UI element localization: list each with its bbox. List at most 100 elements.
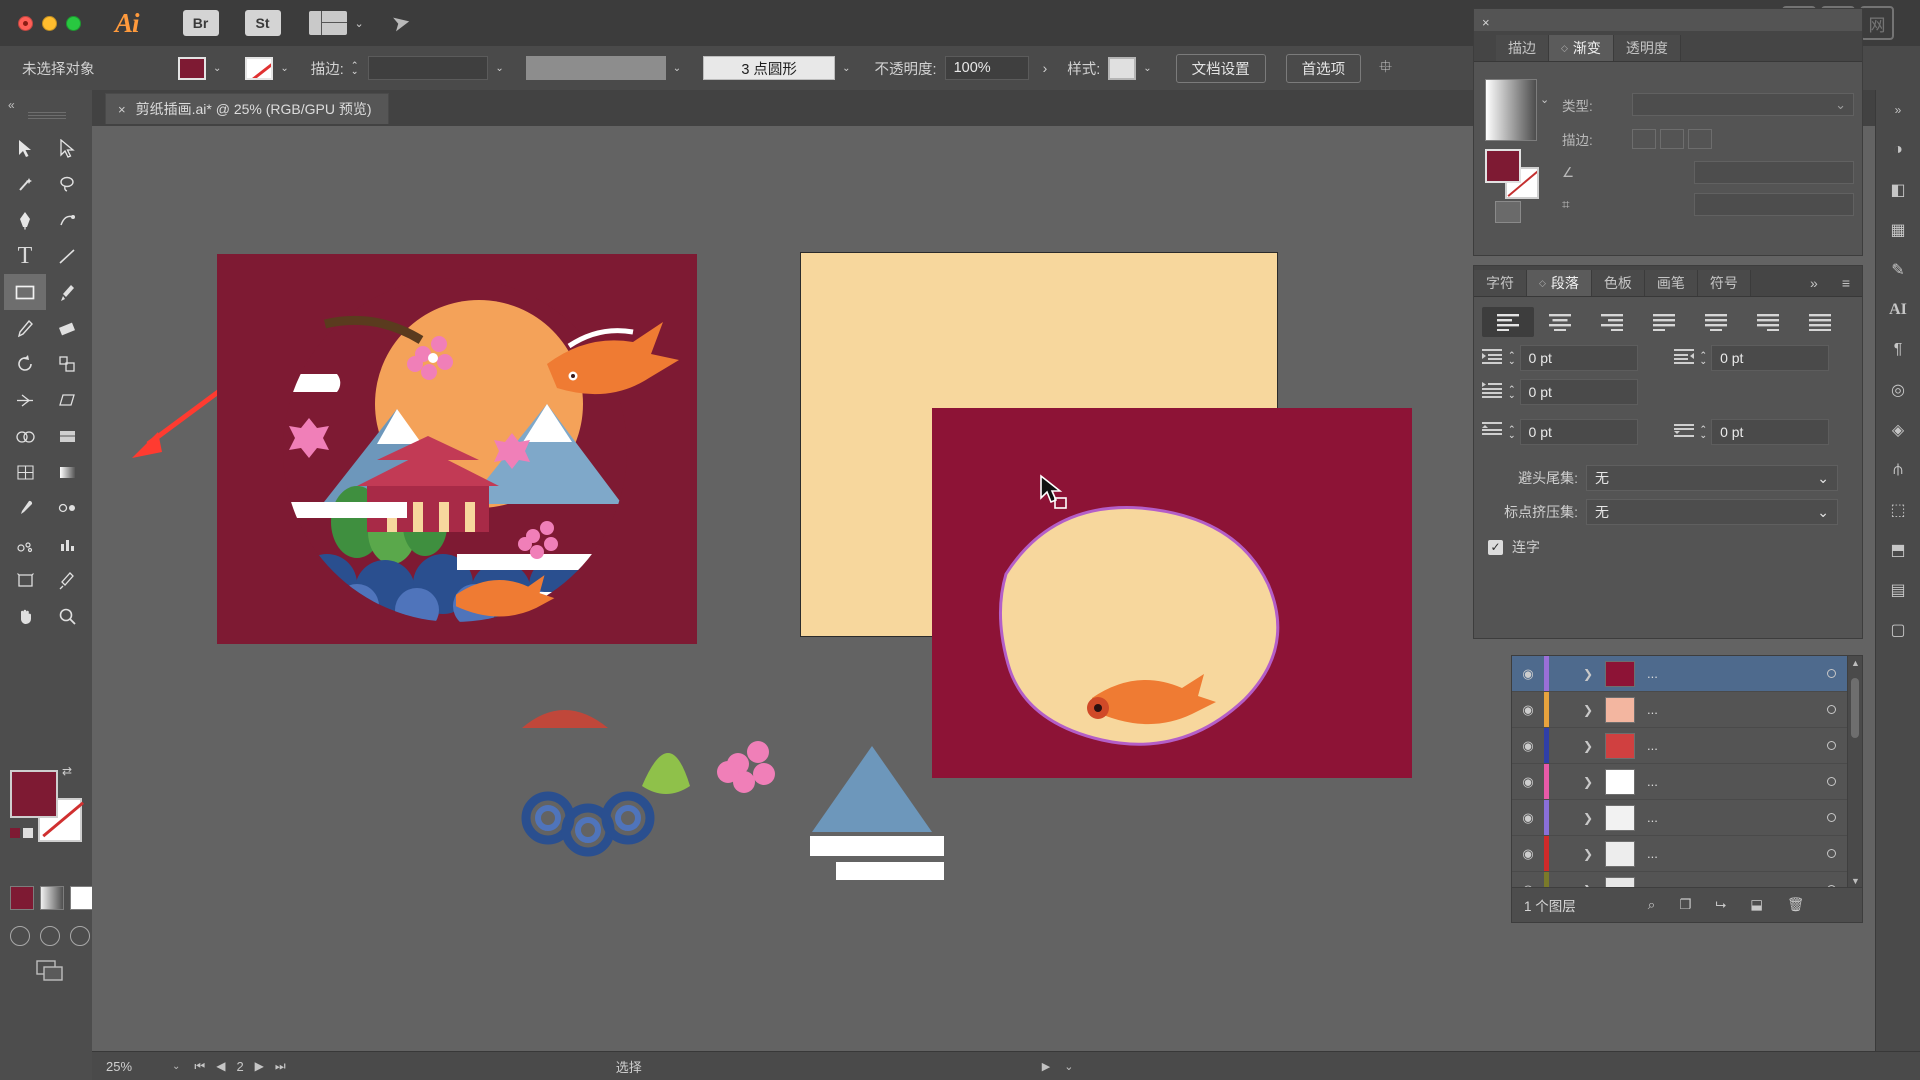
- zoom-level-input[interactable]: 25%: [92, 1059, 172, 1074]
- gradient-mode-icon[interactable]: [40, 886, 64, 910]
- chevron-down-icon[interactable]: ⌄: [280, 63, 288, 74]
- layers-panel-icon[interactable]: ▤: [1876, 570, 1920, 610]
- mesh-tool[interactable]: [4, 454, 46, 490]
- document-setup-button[interactable]: 文档设置: [1175, 53, 1266, 83]
- gradient-panel[interactable]: × 描边 ◇ 渐变 透明度 ⌄ 类型: ⌄ 描边: ∠ ⌗: [1473, 8, 1863, 256]
- scrollbar-thumb[interactable]: [1851, 678, 1859, 738]
- gradient-type-select[interactable]: ⌄: [1632, 93, 1854, 116]
- indent-right-input[interactable]: 0 pt: [1711, 345, 1830, 371]
- chevron-down-icon[interactable]: ⌄: [842, 63, 850, 74]
- drawing-mode-buttons[interactable]: [10, 926, 90, 946]
- stroke-along-icon[interactable]: [1660, 129, 1684, 149]
- stroke-across-icon[interactable]: [1688, 129, 1712, 149]
- align-center-button[interactable]: [1534, 307, 1586, 337]
- new-sublayer-icon[interactable]: ❐: [1679, 897, 1691, 913]
- rotate-tool[interactable]: [4, 346, 46, 382]
- artboard-illustration[interactable]: [217, 254, 697, 644]
- indent-left-input[interactable]: 0 pt: [1519, 345, 1638, 371]
- dock-expand-icon[interactable]: »: [1876, 90, 1920, 130]
- appearance-panel-icon[interactable]: ◎: [1876, 370, 1920, 410]
- chevron-down-icon[interactable]: ⌄: [1817, 504, 1829, 521]
- tab-transparency[interactable]: 透明度: [1613, 35, 1681, 61]
- tab-swatches[interactable]: 色板: [1591, 270, 1645, 296]
- gradient-stroke-type-buttons[interactable]: [1632, 129, 1854, 149]
- tab-stroke[interactable]: 描边: [1496, 35, 1549, 61]
- selection-tool[interactable]: [4, 130, 46, 166]
- pen-tool[interactable]: [4, 202, 46, 238]
- next-artboard-icon[interactable]: ▶: [255, 1059, 264, 1073]
- previous-artboard-icon[interactable]: ◀: [216, 1059, 225, 1073]
- hyphenate-checkbox[interactable]: ✓: [1488, 539, 1503, 555]
- arrange-documents-icon[interactable]: [308, 11, 347, 35]
- chevron-down-icon[interactable]: ⌄: [673, 63, 681, 74]
- table-row[interactable]: ◉ ❯ ...: [1512, 872, 1848, 888]
- layer-name[interactable]: ...: [1635, 702, 1814, 717]
- gradient-aspect-input[interactable]: [1694, 193, 1854, 216]
- visibility-toggle-icon[interactable]: ◉: [1512, 738, 1544, 754]
- delete-layer-icon[interactable]: 🗑: [1787, 897, 1804, 913]
- draw-behind-icon[interactable]: [40, 926, 60, 946]
- bridge-button[interactable]: Br: [182, 10, 219, 36]
- slice-tool[interactable]: [46, 562, 88, 598]
- layer-name[interactable]: ...: [1635, 738, 1814, 753]
- justify-last-left-button[interactable]: [1638, 307, 1690, 337]
- scroll-down-icon[interactable]: ▼: [1851, 876, 1860, 886]
- fill-swatch-control[interactable]: ⌄: [178, 56, 221, 80]
- hyphenate-row[interactable]: ✓ 连字: [1474, 537, 1862, 557]
- panel-overflow-button[interactable]: »: [1798, 270, 1830, 296]
- artboard-navigation[interactable]: ⏮ ◀ 2 ▶ ⏭: [194, 1059, 285, 1074]
- rectangle-tool[interactable]: [4, 274, 46, 310]
- space-before-input[interactable]: 0 pt: [1519, 419, 1638, 445]
- rocket-icon[interactable]: ➤: [389, 8, 412, 37]
- artboards-panel-icon[interactable]: ▢: [1876, 610, 1920, 650]
- table-row[interactable]: ◉ ❯ ...: [1512, 836, 1848, 872]
- scroll-up-icon[interactable]: ▲: [1851, 658, 1860, 668]
- screen-mode-button[interactable]: [36, 960, 70, 986]
- minimize-window-button[interactable]: [42, 15, 57, 31]
- default-colors-icons[interactable]: [10, 828, 33, 838]
- gradient-angle-input[interactable]: [1694, 161, 1854, 184]
- color-panel-icon[interactable]: ◑: [1876, 130, 1920, 170]
- preferences-button[interactable]: 首选项: [1285, 53, 1362, 83]
- indent-first-line-input[interactable]: 0 pt: [1519, 379, 1638, 405]
- status-arrow-icon[interactable]: ▶: [1042, 1060, 1050, 1073]
- opacity-input[interactable]: 100%: [944, 56, 1029, 80]
- layer-name[interactable]: ...: [1635, 846, 1814, 861]
- justify-last-center-button[interactable]: [1690, 307, 1742, 337]
- expand-arrow-icon[interactable]: ❯: [1571, 775, 1605, 789]
- type-tool[interactable]: T: [4, 238, 46, 274]
- close-window-button[interactable]: [18, 15, 33, 31]
- space-after-input[interactable]: 0 pt: [1711, 419, 1830, 445]
- curvature-tool[interactable]: [46, 202, 88, 238]
- fill-swatch[interactable]: [178, 56, 206, 80]
- target-indicator-icon[interactable]: [1814, 849, 1848, 858]
- target-indicator-icon[interactable]: [1814, 777, 1848, 786]
- chevron-down-icon[interactable]: ⌄: [213, 63, 221, 74]
- expand-arrow-icon[interactable]: ❯: [1571, 703, 1605, 717]
- target-indicator-icon[interactable]: [1814, 669, 1848, 678]
- transform-panel-icon[interactable]: ⬚: [1876, 490, 1920, 530]
- swap-fill-stroke-icon[interactable]: ⇄: [62, 764, 72, 778]
- magic-wand-tool[interactable]: [4, 166, 46, 202]
- mojikumi-select[interactable]: 无 ⌄: [1586, 499, 1838, 525]
- table-row[interactable]: ◉ ❯ ...: [1512, 800, 1848, 836]
- swatches-panel-icon[interactable]: ▦: [1876, 210, 1920, 250]
- column-graph-tool[interactable]: [46, 526, 88, 562]
- layer-name[interactable]: ...: [1635, 666, 1814, 681]
- stock-button[interactable]: St: [244, 10, 281, 36]
- perspective-grid-tool[interactable]: [46, 418, 88, 454]
- indent-first-line-stepper[interactable]: ⌃ ⌄: [1508, 385, 1516, 400]
- visibility-toggle-icon[interactable]: ◉: [1512, 666, 1544, 682]
- kinsoku-select[interactable]: 无 ⌄: [1586, 465, 1838, 491]
- stroke-weight-stepper[interactable]: ⌃ ⌄: [351, 61, 359, 76]
- gradient-tool[interactable]: [46, 454, 88, 490]
- expand-arrow-icon[interactable]: ❯: [1571, 667, 1605, 681]
- tab-character[interactable]: 字符: [1474, 270, 1527, 296]
- justify-last-right-button[interactable]: [1742, 307, 1794, 337]
- duplicate-layer-icon[interactable]: ⬓: [1750, 897, 1763, 913]
- gradient-fill-swatch[interactable]: [1485, 149, 1521, 183]
- table-row[interactable]: ◉ ❯ ...: [1512, 656, 1848, 692]
- close-icon[interactable]: ×: [1482, 15, 1490, 30]
- blend-tool[interactable]: [46, 490, 88, 526]
- stroke-within-icon[interactable]: [1632, 129, 1656, 149]
